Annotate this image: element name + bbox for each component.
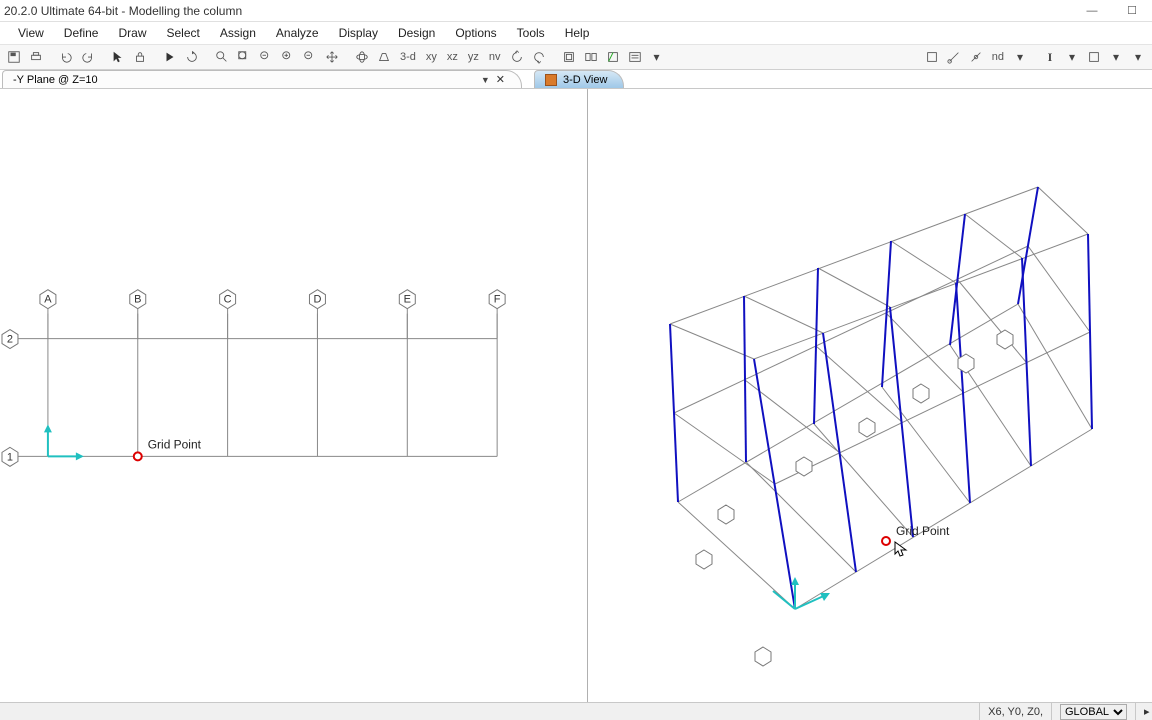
grid-bubble-1: 1 — [2, 447, 48, 466]
grid-point-tooltip-3d: Grid Point — [896, 524, 950, 538]
text-size-icon[interactable]: I — [1040, 47, 1060, 67]
plan-view-canvas[interactable]: A B C D E — [0, 89, 587, 702]
tab-3d-label: 3-D View — [563, 74, 607, 86]
svg-text:2: 2 — [7, 333, 13, 345]
coord-sys-select[interactable]: GLOBAL — [1060, 704, 1127, 720]
units-dropdown-icon[interactable]: ▾ — [1106, 47, 1126, 67]
lock-icon[interactable] — [130, 47, 150, 67]
svg-text:D: D — [313, 294, 321, 306]
snap-dropdown-icon[interactable]: ▾ — [1010, 47, 1030, 67]
print-icon[interactable] — [26, 47, 46, 67]
view-nv-label[interactable]: nv — [485, 51, 505, 63]
up-one-icon[interactable] — [507, 47, 527, 67]
minimize-button[interactable]: — — [1072, 0, 1112, 22]
show-undeformed-icon[interactable] — [603, 47, 623, 67]
svg-text:A: A — [44, 294, 52, 306]
menu-select[interactable]: Select — [157, 24, 210, 42]
menu-design[interactable]: Design — [388, 24, 445, 42]
refresh-icon[interactable] — [182, 47, 202, 67]
save-icon[interactable] — [4, 47, 24, 67]
svg-text:E: E — [404, 294, 411, 306]
svg-text:F: F — [494, 294, 501, 306]
zoom-out-icon[interactable] — [300, 47, 320, 67]
zoom-prev-icon[interactable] — [256, 47, 276, 67]
rotate-3d-icon[interactable] — [352, 47, 372, 67]
view-3d-label[interactable]: 3-d — [396, 51, 420, 63]
snap-icon[interactable] — [922, 47, 942, 67]
perspective-icon[interactable] — [374, 47, 394, 67]
3d-view-pane[interactable]: Grid Point — [588, 89, 1152, 702]
app-title: 20.2.0 Ultimate 64-bit - Modelling the c… — [4, 4, 242, 18]
view-xz-label[interactable]: xz — [443, 51, 462, 63]
status-coords: X6, Y0, Z0, — [979, 703, 1051, 720]
view-xy-label[interactable]: xy — [422, 51, 441, 63]
menu-bar: View Define Draw Select Assign Analyze D… — [0, 22, 1152, 44]
chevron-down-icon[interactable]: ▼ — [481, 75, 490, 85]
maximize-button[interactable]: ☐ — [1112, 0, 1152, 22]
toolbar: 3-d xy xz yz nv ▾ nd ▾ I ▾ ▾ ▾ — [0, 44, 1152, 70]
view-yz-label[interactable]: yz — [464, 51, 483, 63]
units-icon[interactable] — [1084, 47, 1104, 67]
menu-display[interactable]: Display — [329, 24, 388, 42]
status-bar: X6, Y0, Z0, GLOBAL ▸ — [0, 702, 1152, 720]
grid-bubble-f: F — [489, 290, 505, 339]
zoom-full-icon[interactable] — [234, 47, 254, 67]
grid-bubble-d: D — [309, 290, 325, 339]
menu-tools[interactable]: Tools — [507, 24, 555, 42]
grid-point-tooltip: Grid Point — [148, 437, 202, 451]
svg-text:1: 1 — [7, 451, 13, 463]
named-view-icon[interactable] — [625, 47, 645, 67]
snap-nd-label[interactable]: nd — [988, 51, 1008, 63]
grid-bubble-e: E — [399, 290, 415, 339]
view-tabs: -Y Plane @ Z=10 ▼ ✕ 3-D View — [0, 70, 1152, 88]
status-units[interactable]: ▸ — [1135, 703, 1152, 720]
menu-define[interactable]: Define — [54, 24, 109, 42]
more-dropdown-icon[interactable]: ▾ — [647, 47, 667, 67]
svg-text:C: C — [224, 294, 232, 306]
object-shrink-icon[interactable] — [559, 47, 579, 67]
tab-plan-label: -Y Plane @ Z=10 — [13, 74, 98, 86]
cube-icon — [545, 74, 557, 86]
menu-options[interactable]: Options — [445, 24, 506, 42]
grid-bubble-2: 2 — [2, 330, 48, 349]
plan-view-pane[interactable]: A B C D E — [0, 89, 588, 702]
more2-dropdown-icon[interactable]: ▾ — [1128, 47, 1148, 67]
tab-3d-view[interactable]: 3-D View — [534, 70, 624, 88]
snap-mid-icon[interactable] — [966, 47, 986, 67]
selected-grid-point[interactable] — [134, 452, 142, 460]
grid-bubble-c: C — [220, 290, 236, 339]
grid-bubble-a: A — [40, 290, 56, 339]
status-coord-sys[interactable]: GLOBAL — [1051, 703, 1135, 720]
close-icon[interactable]: ✕ — [496, 73, 505, 86]
menu-assign[interactable]: Assign — [210, 24, 266, 42]
menu-draw[interactable]: Draw — [108, 24, 156, 42]
set-elements-icon[interactable] — [581, 47, 601, 67]
menu-view[interactable]: View — [8, 24, 54, 42]
redo-icon[interactable] — [78, 47, 98, 67]
selected-grid-point-3d[interactable] — [882, 537, 890, 545]
pointer-icon[interactable] — [108, 47, 128, 67]
3d-view-canvas[interactable]: Grid Point — [588, 89, 1152, 703]
workspace: A B C D E — [0, 88, 1152, 702]
title-bar: 20.2.0 Ultimate 64-bit - Modelling the c… — [0, 0, 1152, 22]
grid-bubble-b: B — [130, 290, 146, 339]
tab-plan-view[interactable]: -Y Plane @ Z=10 ▼ ✕ — [2, 70, 522, 88]
down-one-icon[interactable] — [529, 47, 549, 67]
snap-end-icon[interactable] — [944, 47, 964, 67]
pan-icon[interactable] — [322, 47, 342, 67]
undo-icon[interactable] — [56, 47, 76, 67]
svg-text:B: B — [134, 294, 141, 306]
text-dropdown-icon[interactable]: ▾ — [1062, 47, 1082, 67]
zoom-rubber-icon[interactable] — [212, 47, 232, 67]
menu-analyze[interactable]: Analyze — [266, 24, 329, 42]
run-analysis-icon[interactable] — [160, 47, 180, 67]
menu-help[interactable]: Help — [555, 24, 600, 42]
zoom-in-icon[interactable] — [278, 47, 298, 67]
